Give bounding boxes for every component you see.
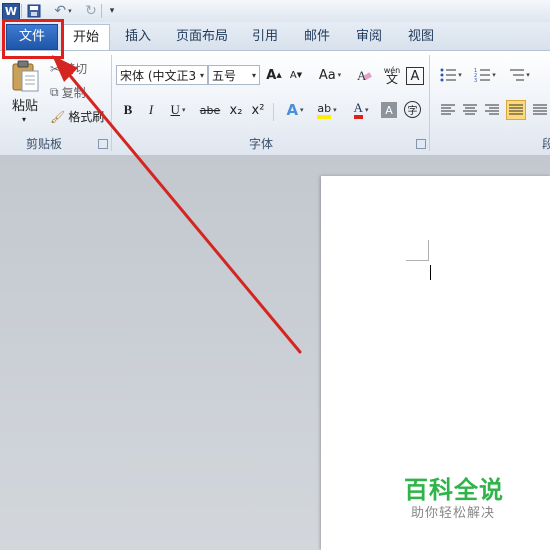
tab-review[interactable]: 审阅 [348, 22, 390, 50]
char-border-icon[interactable]: A [406, 67, 424, 85]
grow-font-icon[interactable]: A ▲ [264, 65, 284, 85]
change-case-icon[interactable]: Aa ▾ [316, 65, 344, 85]
char-shading-button[interactable]: A [381, 102, 397, 118]
chevron-down-icon: ▾ [251, 70, 256, 80]
font-name-combo[interactable]: 宋体 (中文正3 ▾ [116, 65, 208, 85]
group-label-paragraph: 段 [542, 137, 550, 151]
toolbar-divider [21, 4, 22, 18]
customize-toolbar-icon[interactable]: ▾ [106, 2, 118, 20]
align-left-button[interactable] [438, 100, 458, 120]
tab-mailings[interactable]: 邮件 [296, 22, 338, 50]
group-label-font: 字体 [249, 137, 274, 151]
phonetic-guide-icon[interactable]: wén 文 [382, 65, 402, 85]
watermark-subtitle: 助你轻松解决 [411, 506, 496, 521]
highlight-box [2, 19, 64, 59]
underline-button[interactable]: U ▾ [164, 100, 192, 120]
margin-corner-mark [406, 260, 428, 261]
multilevel-list-button[interactable]: ▾ [504, 65, 534, 85]
chevron-down-icon[interactable]: ▾ [22, 115, 26, 124]
ribbon-tabs: 文件 开始 插入 页面布局 引用 邮件 审阅 视图 [0, 22, 550, 51]
copy-button[interactable]: ⧉ 复制 [50, 84, 86, 101]
scissors-icon: ✂ [50, 61, 61, 76]
dialog-launcher-icon[interactable] [98, 139, 108, 149]
justify-button[interactable] [506, 100, 526, 120]
distributed-align-button[interactable] [532, 100, 548, 120]
margin-corner-mark [428, 240, 429, 261]
quick-access-toolbar: W ↶ ▾ ↻ ▾ [0, 0, 550, 22]
tab-page-layout[interactable]: 页面布局 [170, 22, 234, 50]
toolbar-divider [273, 103, 274, 121]
font-color-button[interactable]: A ▾ [346, 100, 376, 120]
font-size-combo[interactable]: 五号 ▾ [208, 65, 260, 85]
redo-icon[interactable]: ↻ [82, 2, 100, 20]
tab-references[interactable]: 引用 [244, 22, 286, 50]
clear-format-icon[interactable]: A [354, 65, 374, 85]
chevron-down-icon: ▾ [199, 70, 204, 80]
subscript-button[interactable]: x₂ [226, 100, 246, 120]
enclose-chars-button[interactable]: 字 [404, 101, 421, 118]
save-icon[interactable] [26, 2, 42, 20]
paste-button[interactable]: 粘贴 [12, 95, 38, 114]
highlight-button[interactable]: ab ▾ [312, 100, 342, 120]
group-divider [111, 55, 112, 151]
brush-icon: 🖌 [50, 109, 66, 124]
numbering-button[interactable]: 1 2 3 ▾ [470, 65, 500, 85]
paste-icon[interactable] [10, 59, 40, 93]
text-effects-button[interactable]: A ▾ [280, 100, 310, 120]
italic-button[interactable]: I [141, 100, 161, 120]
group-divider [429, 55, 430, 151]
bold-button[interactable]: B [118, 100, 138, 120]
group-label-clipboard: 剪贴板 [26, 137, 63, 151]
superscript-button[interactable]: x² [248, 100, 268, 120]
tab-view[interactable]: 视图 [400, 22, 442, 50]
tab-home[interactable]: 开始 [62, 24, 110, 51]
dialog-launcher-icon[interactable] [416, 139, 426, 149]
undo-icon[interactable]: ↶ ▾ [50, 2, 76, 20]
watermark-title: 百科全说 [404, 476, 504, 504]
strikethrough-button[interactable]: abe [198, 100, 222, 120]
align-right-button[interactable] [482, 100, 502, 120]
cut-button[interactable]: ✂ 剪切 [50, 60, 87, 77]
svg-text:3: 3 [474, 78, 477, 82]
format-painter-button[interactable]: 🖌 格式刷 [50, 108, 104, 125]
ribbon-home: 粘贴 ▾ ✂ 剪切 ⧉ 复制 🖌 格式刷 剪贴板 宋体 (中文正3 ▾ 五号 ▾… [0, 50, 550, 156]
tab-insert[interactable]: 插入 [116, 22, 160, 50]
align-center-button[interactable] [460, 100, 480, 120]
bullets-button[interactable]: ▾ [436, 65, 466, 85]
copy-icon: ⧉ [50, 85, 59, 99]
text-cursor [430, 265, 431, 280]
shrink-font-icon[interactable]: A ▼ [286, 65, 306, 85]
toolbar-divider [101, 4, 102, 18]
